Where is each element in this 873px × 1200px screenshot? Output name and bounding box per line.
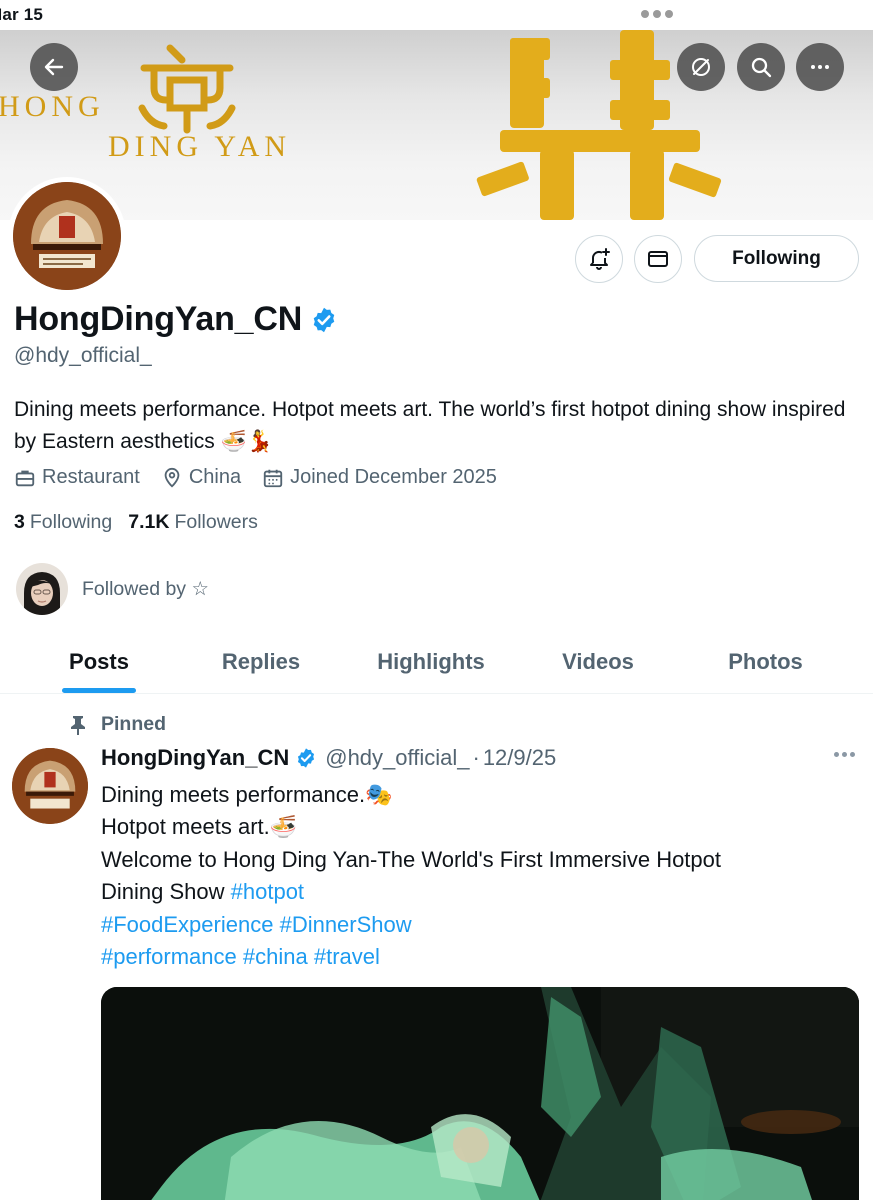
- joined-label: Joined December 2025: [290, 466, 497, 488]
- pin-icon: [71, 715, 85, 735]
- following-button[interactable]: Following: [694, 235, 859, 282]
- following-count-label: Following: [29, 511, 113, 533]
- followers-count-link[interactable]: 7.1K Followers: [128, 511, 258, 534]
- profile-display-name: HongDingYan_CN: [14, 300, 338, 339]
- location-label: China: [188, 466, 242, 488]
- followers-count: 7.1K: [128, 511, 170, 533]
- hashtag-dinnershow[interactable]: #DinnerShow: [280, 912, 412, 937]
- category-label: Restaurant: [42, 466, 140, 488]
- pinned-indicator: Pinned: [69, 713, 166, 736]
- status-time: Mar 15: [0, 5, 44, 24]
- followed-by-row[interactable]: Followed by ☆: [16, 563, 209, 615]
- post-line-2: Hotpot meets art.🍜: [101, 814, 298, 840]
- search-icon: [751, 57, 772, 78]
- status-bar: Mar 15: [0, 0, 873, 30]
- arrow-left-icon: [44, 58, 64, 76]
- post-line-4: Dining Show #hotpot: [101, 876, 841, 908]
- brand-logo-image: [12, 748, 88, 824]
- tab-highlights[interactable]: Highlights: [324, 630, 538, 693]
- banner-brand-line1: HONG: [0, 90, 105, 123]
- tab-highlights-label: Highlights: [377, 648, 485, 674]
- follower-avatar[interactable]: [16, 563, 68, 615]
- more-horizontal-icon: [811, 65, 829, 69]
- brand-emblem-icon: [138, 44, 236, 134]
- verified-badge-icon[interactable]: [310, 306, 338, 334]
- briefcase-icon: [15, 470, 35, 486]
- location-item: China: [161, 466, 241, 489]
- post-text: Dining meets performance.🎭 Hotpot meets …: [101, 779, 841, 973]
- joined-item: Joined December 2025: [262, 466, 497, 489]
- bell-plus-icon: [590, 248, 610, 270]
- multitasking-dots-icon[interactable]: [641, 10, 673, 18]
- category-item: Restaurant: [14, 466, 140, 489]
- tab-posts-label: Posts: [69, 648, 129, 674]
- back-button[interactable]: [30, 43, 78, 91]
- post-media-video[interactable]: [101, 987, 859, 1200]
- post-more-button[interactable]: [834, 752, 855, 757]
- hashtag-performance[interactable]: #performance: [101, 944, 237, 969]
- post-line-4-text: Dining Show: [101, 879, 231, 905]
- post-separator: ·: [472, 745, 480, 770]
- pinned-label: Pinned: [101, 713, 167, 735]
- post-header: HongDingYan_CN @hdy_official_ · 12/9/25: [101, 745, 556, 771]
- tab-photos[interactable]: Photos: [658, 630, 873, 693]
- following-count: 3: [14, 511, 25, 533]
- message-button[interactable]: [634, 235, 682, 283]
- hashtag-china[interactable]: #china: [243, 944, 308, 969]
- translate-toggle-button[interactable]: [677, 43, 725, 91]
- no-translate-icon: [692, 58, 710, 76]
- tab-videos-label: Videos: [562, 648, 634, 674]
- post-author-handle[interactable]: @hdy_official_: [325, 745, 469, 771]
- banner-brand-line2: DING YAN: [108, 130, 292, 163]
- post-line-6: #performance #china #travel: [101, 941, 841, 973]
- notifications-button[interactable]: [575, 235, 623, 283]
- post-line-1: Dining meets performance.🎭: [101, 782, 393, 807]
- post-author-avatar[interactable]: [12, 748, 88, 824]
- hashtag-foodexperience[interactable]: #FoodExperience: [101, 912, 273, 937]
- search-button[interactable]: [737, 43, 785, 91]
- location-pin-icon: [164, 467, 180, 488]
- follower-avatar-image: [16, 563, 68, 615]
- verified-badge-icon[interactable]: [295, 747, 317, 769]
- hashtag-travel[interactable]: #travel: [314, 944, 380, 969]
- video-thumbnail-image: [101, 987, 859, 1200]
- envelope-icon: [648, 251, 668, 267]
- follow-counts: 3 Following 7.1K Followers: [14, 511, 274, 534]
- display-name-text: HongDingYan_CN: [14, 300, 303, 338]
- tab-photos-label: Photos: [728, 648, 803, 674]
- avatar: [13, 182, 121, 290]
- profile-bio: Dining meets performance. Hotpot meets a…: [14, 398, 846, 453]
- hashtag-hotpot[interactable]: #hotpot: [231, 879, 304, 904]
- calendar-icon: [263, 469, 283, 487]
- tab-replies-label: Replies: [221, 648, 301, 674]
- post-line-3: Welcome to Hong Ding Yan-The World's Fir…: [101, 846, 722, 872]
- profile-avatar[interactable]: [8, 177, 126, 295]
- post-author-name[interactable]: HongDingYan_CN: [101, 745, 289, 771]
- profile-tabs: Posts Replies Highlights Videos Photos: [0, 630, 873, 694]
- active-tab-indicator: [62, 688, 136, 693]
- profile-meta: Restaurant China Joined December 2025: [14, 466, 518, 489]
- followed-by-text: Followed by ☆: [82, 578, 209, 600]
- post-line-5: #FoodExperience #DinnerShow: [101, 909, 841, 941]
- following-count-link[interactable]: 3 Following: [14, 511, 112, 534]
- tab-videos[interactable]: Videos: [538, 630, 658, 693]
- tab-replies[interactable]: Replies: [198, 630, 324, 693]
- post-date[interactable]: 12/9/25: [483, 745, 556, 771]
- followers-count-label: Followers: [174, 511, 258, 533]
- profile-handle: @hdy_official_: [14, 344, 152, 367]
- tab-posts[interactable]: Posts: [0, 630, 198, 693]
- brand-logo-image: [13, 182, 121, 290]
- more-options-button[interactable]: [796, 43, 844, 91]
